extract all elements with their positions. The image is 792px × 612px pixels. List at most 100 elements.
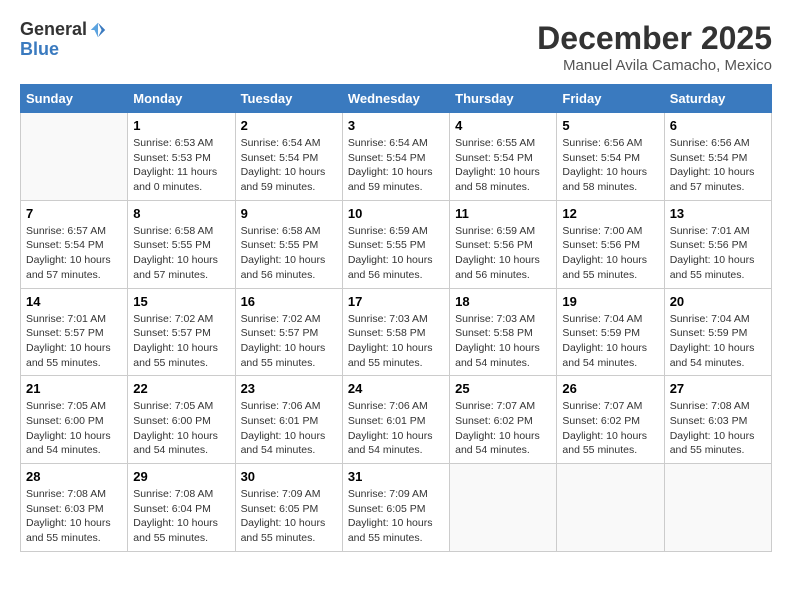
day-number: 2	[241, 118, 337, 133]
calendar-cell	[664, 464, 771, 552]
day-number: 22	[133, 381, 229, 396]
week-row-4: 21 Sunrise: 7:05 AM Sunset: 6:00 PM Dayli…	[21, 376, 772, 464]
day-info: Sunrise: 7:08 AM Sunset: 6:03 PM Dayligh…	[670, 399, 766, 458]
day-info: Sunrise: 7:09 AM Sunset: 6:05 PM Dayligh…	[241, 487, 337, 546]
day-info: Sunrise: 6:56 AM Sunset: 5:54 PM Dayligh…	[670, 136, 766, 195]
day-number: 19	[562, 294, 658, 309]
calendar-cell: 31 Sunrise: 7:09 AM Sunset: 6:05 PM Dayli…	[342, 464, 449, 552]
title-area: December 2025 Manuel Avila Camacho, Mexi…	[537, 20, 772, 74]
day-info: Sunrise: 6:57 AM Sunset: 5:54 PM Dayligh…	[26, 224, 122, 283]
day-info: Sunrise: 7:06 AM Sunset: 6:01 PM Dayligh…	[348, 399, 444, 458]
calendar-cell: 13 Sunrise: 7:01 AM Sunset: 5:56 PM Dayli…	[664, 200, 771, 288]
week-row-3: 14 Sunrise: 7:01 AM Sunset: 5:57 PM Dayli…	[21, 288, 772, 376]
day-info: Sunrise: 6:58 AM Sunset: 5:55 PM Dayligh…	[241, 224, 337, 283]
day-number: 23	[241, 381, 337, 396]
logo-general: General	[20, 20, 87, 40]
day-info: Sunrise: 7:01 AM Sunset: 5:56 PM Dayligh…	[670, 224, 766, 283]
calendar-cell: 22 Sunrise: 7:05 AM Sunset: 6:00 PM Dayli…	[128, 376, 235, 464]
day-header-wednesday: Wednesday	[342, 85, 449, 113]
day-info: Sunrise: 7:03 AM Sunset: 5:58 PM Dayligh…	[348, 312, 444, 371]
logo-blue: Blue	[20, 40, 107, 60]
day-info: Sunrise: 7:00 AM Sunset: 5:56 PM Dayligh…	[562, 224, 658, 283]
day-info: Sunrise: 7:07 AM Sunset: 6:02 PM Dayligh…	[562, 399, 658, 458]
day-info: Sunrise: 6:56 AM Sunset: 5:54 PM Dayligh…	[562, 136, 658, 195]
day-number: 9	[241, 206, 337, 221]
calendar-cell	[557, 464, 664, 552]
day-number: 15	[133, 294, 229, 309]
day-number: 1	[133, 118, 229, 133]
day-info: Sunrise: 7:07 AM Sunset: 6:02 PM Dayligh…	[455, 399, 551, 458]
day-header-tuesday: Tuesday	[235, 85, 342, 113]
day-info: Sunrise: 7:08 AM Sunset: 6:04 PM Dayligh…	[133, 487, 229, 546]
day-header-monday: Monday	[128, 85, 235, 113]
day-info: Sunrise: 7:04 AM Sunset: 5:59 PM Dayligh…	[562, 312, 658, 371]
calendar-cell: 16 Sunrise: 7:02 AM Sunset: 5:57 PM Dayli…	[235, 288, 342, 376]
calendar-cell: 7 Sunrise: 6:57 AM Sunset: 5:54 PM Daylig…	[21, 200, 128, 288]
calendar-cell	[450, 464, 557, 552]
calendar-cell: 11Sunrise: 6:59 AM Sunset: 5:56 PM Dayli…	[450, 200, 557, 288]
calendar-cell	[21, 113, 128, 201]
day-info: Sunrise: 7:02 AM Sunset: 5:57 PM Dayligh…	[241, 312, 337, 371]
day-number: 8	[133, 206, 229, 221]
week-row-5: 28Sunrise: 7:08 AM Sunset: 6:03 PM Dayli…	[21, 464, 772, 552]
day-number: 5	[562, 118, 658, 133]
day-number: 24	[348, 381, 444, 396]
day-info: Sunrise: 7:09 AM Sunset: 6:05 PM Dayligh…	[348, 487, 444, 546]
day-header-thursday: Thursday	[450, 85, 557, 113]
calendar-cell: 12Sunrise: 7:00 AM Sunset: 5:56 PM Dayli…	[557, 200, 664, 288]
calendar-table: SundayMondayTuesdayWednesdayThursdayFrid…	[20, 84, 772, 552]
day-number: 26	[562, 381, 658, 396]
calendar-cell: 29 Sunrise: 7:08 AM Sunset: 6:04 PM Dayli…	[128, 464, 235, 552]
day-number: 7	[26, 206, 122, 221]
calendar-cell: 15Sunrise: 7:02 AM Sunset: 5:57 PM Dayli…	[128, 288, 235, 376]
day-number: 17	[348, 294, 444, 309]
day-number: 16	[241, 294, 337, 309]
day-number: 29	[133, 469, 229, 484]
calendar-cell: 23Sunrise: 7:06 AM Sunset: 6:01 PM Dayli…	[235, 376, 342, 464]
calendar-cell: 26 Sunrise: 7:07 AM Sunset: 6:02 PM Dayli…	[557, 376, 664, 464]
day-info: Sunrise: 7:08 AM Sunset: 6:03 PM Dayligh…	[26, 487, 122, 546]
day-info: Sunrise: 6:54 AM Sunset: 5:54 PM Dayligh…	[241, 136, 337, 195]
calendar-cell: 2 Sunrise: 6:54 AM Sunset: 5:54 PM Daylig…	[235, 113, 342, 201]
day-number: 4	[455, 118, 551, 133]
day-info: Sunrise: 6:59 AM Sunset: 5:55 PM Dayligh…	[348, 224, 444, 283]
calendar-cell: 21 Sunrise: 7:05 AM Sunset: 6:00 PM Dayli…	[21, 376, 128, 464]
calendar-cell: 19 Sunrise: 7:04 AM Sunset: 5:59 PM Dayli…	[557, 288, 664, 376]
day-info: Sunrise: 7:01 AM Sunset: 5:57 PM Dayligh…	[26, 312, 122, 371]
calendar-cell: 18Sunrise: 7:03 AM Sunset: 5:58 PM Dayli…	[450, 288, 557, 376]
calendar-cell: 28Sunrise: 7:08 AM Sunset: 6:03 PM Dayli…	[21, 464, 128, 552]
day-info: Sunrise: 7:05 AM Sunset: 6:00 PM Dayligh…	[133, 399, 229, 458]
header: General Blue December 2025 Manuel Avila …	[20, 20, 772, 74]
calendar-subtitle: Manuel Avila Camacho, Mexico	[537, 57, 772, 74]
day-info: Sunrise: 7:03 AM Sunset: 5:58 PM Dayligh…	[455, 312, 551, 371]
calendar-cell: 17 Sunrise: 7:03 AM Sunset: 5:58 PM Dayli…	[342, 288, 449, 376]
day-header-row: SundayMondayTuesdayWednesdayThursdayFrid…	[21, 85, 772, 113]
day-number: 13	[670, 206, 766, 221]
calendar-cell: 8Sunrise: 6:58 AM Sunset: 5:55 PM Daylig…	[128, 200, 235, 288]
calendar-cell: 3Sunrise: 6:54 AM Sunset: 5:54 PM Daylig…	[342, 113, 449, 201]
week-row-1: 1 Sunrise: 6:53 AM Sunset: 5:53 PM Daylig…	[21, 113, 772, 201]
day-info: Sunrise: 6:53 AM Sunset: 5:53 PM Dayligh…	[133, 136, 229, 195]
calendar-cell: 27 Sunrise: 7:08 AM Sunset: 6:03 PM Dayli…	[664, 376, 771, 464]
calendar-title: December 2025	[537, 20, 772, 57]
calendar-cell: 30Sunrise: 7:09 AM Sunset: 6:05 PM Dayli…	[235, 464, 342, 552]
day-number: 27	[670, 381, 766, 396]
day-info: Sunrise: 6:59 AM Sunset: 5:56 PM Dayligh…	[455, 224, 551, 283]
day-header-sunday: Sunday	[21, 85, 128, 113]
calendar-cell: 25Sunrise: 7:07 AM Sunset: 6:02 PM Dayli…	[450, 376, 557, 464]
logo-icon	[89, 21, 107, 39]
calendar-cell: 20 Sunrise: 7:04 AM Sunset: 5:59 PM Dayli…	[664, 288, 771, 376]
week-row-2: 7 Sunrise: 6:57 AM Sunset: 5:54 PM Daylig…	[21, 200, 772, 288]
day-number: 31	[348, 469, 444, 484]
day-number: 10	[348, 206, 444, 221]
day-number: 6	[670, 118, 766, 133]
day-number: 20	[670, 294, 766, 309]
day-info: Sunrise: 6:54 AM Sunset: 5:54 PM Dayligh…	[348, 136, 444, 195]
day-info: Sunrise: 6:55 AM Sunset: 5:54 PM Dayligh…	[455, 136, 551, 195]
day-number: 21	[26, 381, 122, 396]
day-info: Sunrise: 7:05 AM Sunset: 6:00 PM Dayligh…	[26, 399, 122, 458]
calendar-cell: 9 Sunrise: 6:58 AM Sunset: 5:55 PM Daylig…	[235, 200, 342, 288]
calendar-cell: 1 Sunrise: 6:53 AM Sunset: 5:53 PM Daylig…	[128, 113, 235, 201]
day-number: 14	[26, 294, 122, 309]
day-info: Sunrise: 7:04 AM Sunset: 5:59 PM Dayligh…	[670, 312, 766, 371]
